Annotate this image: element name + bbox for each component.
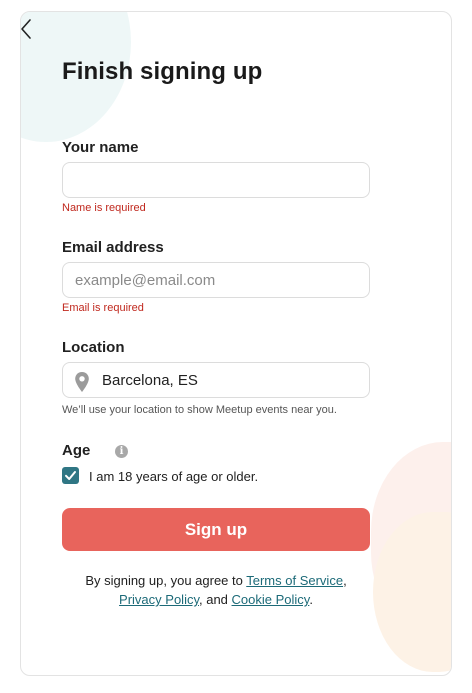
name-error: Name is required [62,202,146,214]
email-label: Email address [62,239,164,256]
map-pin-icon [75,372,89,392]
email-error: Email is required [62,302,144,314]
back-button[interactable] [14,14,38,42]
email-input[interactable] [62,262,370,298]
age-label: Age [62,442,91,459]
name-label: Your name [62,139,139,156]
location-label: Location [62,339,125,356]
legal-end: . [309,592,313,607]
location-input[interactable] [62,362,370,398]
decorative-blob-bottom-right [371,442,451,642]
legal-and: , and [199,592,232,607]
legal-text: By signing up, you agree to Terms of Ser… [40,571,392,609]
age-checkbox-label[interactable]: I am 18 years of age or older. [89,469,258,484]
page-title: Finish signing up [62,58,263,85]
check-icon [65,471,76,480]
chevron-left-icon [21,19,31,39]
legal-comma: , [343,573,347,588]
info-icon[interactable]: i [115,445,128,458]
privacy-policy-link[interactable]: Privacy Policy [119,592,199,607]
age-checkbox[interactable] [62,467,79,484]
terms-of-service-link[interactable]: Terms of Service [246,573,343,588]
cookie-policy-link[interactable]: Cookie Policy [232,592,310,607]
name-input[interactable] [62,162,370,198]
location-hint: We’ll use your location to show Meetup e… [62,404,337,416]
legal-prefix: By signing up, you agree to [85,573,247,588]
sign-up-button[interactable]: Sign up [62,508,370,551]
